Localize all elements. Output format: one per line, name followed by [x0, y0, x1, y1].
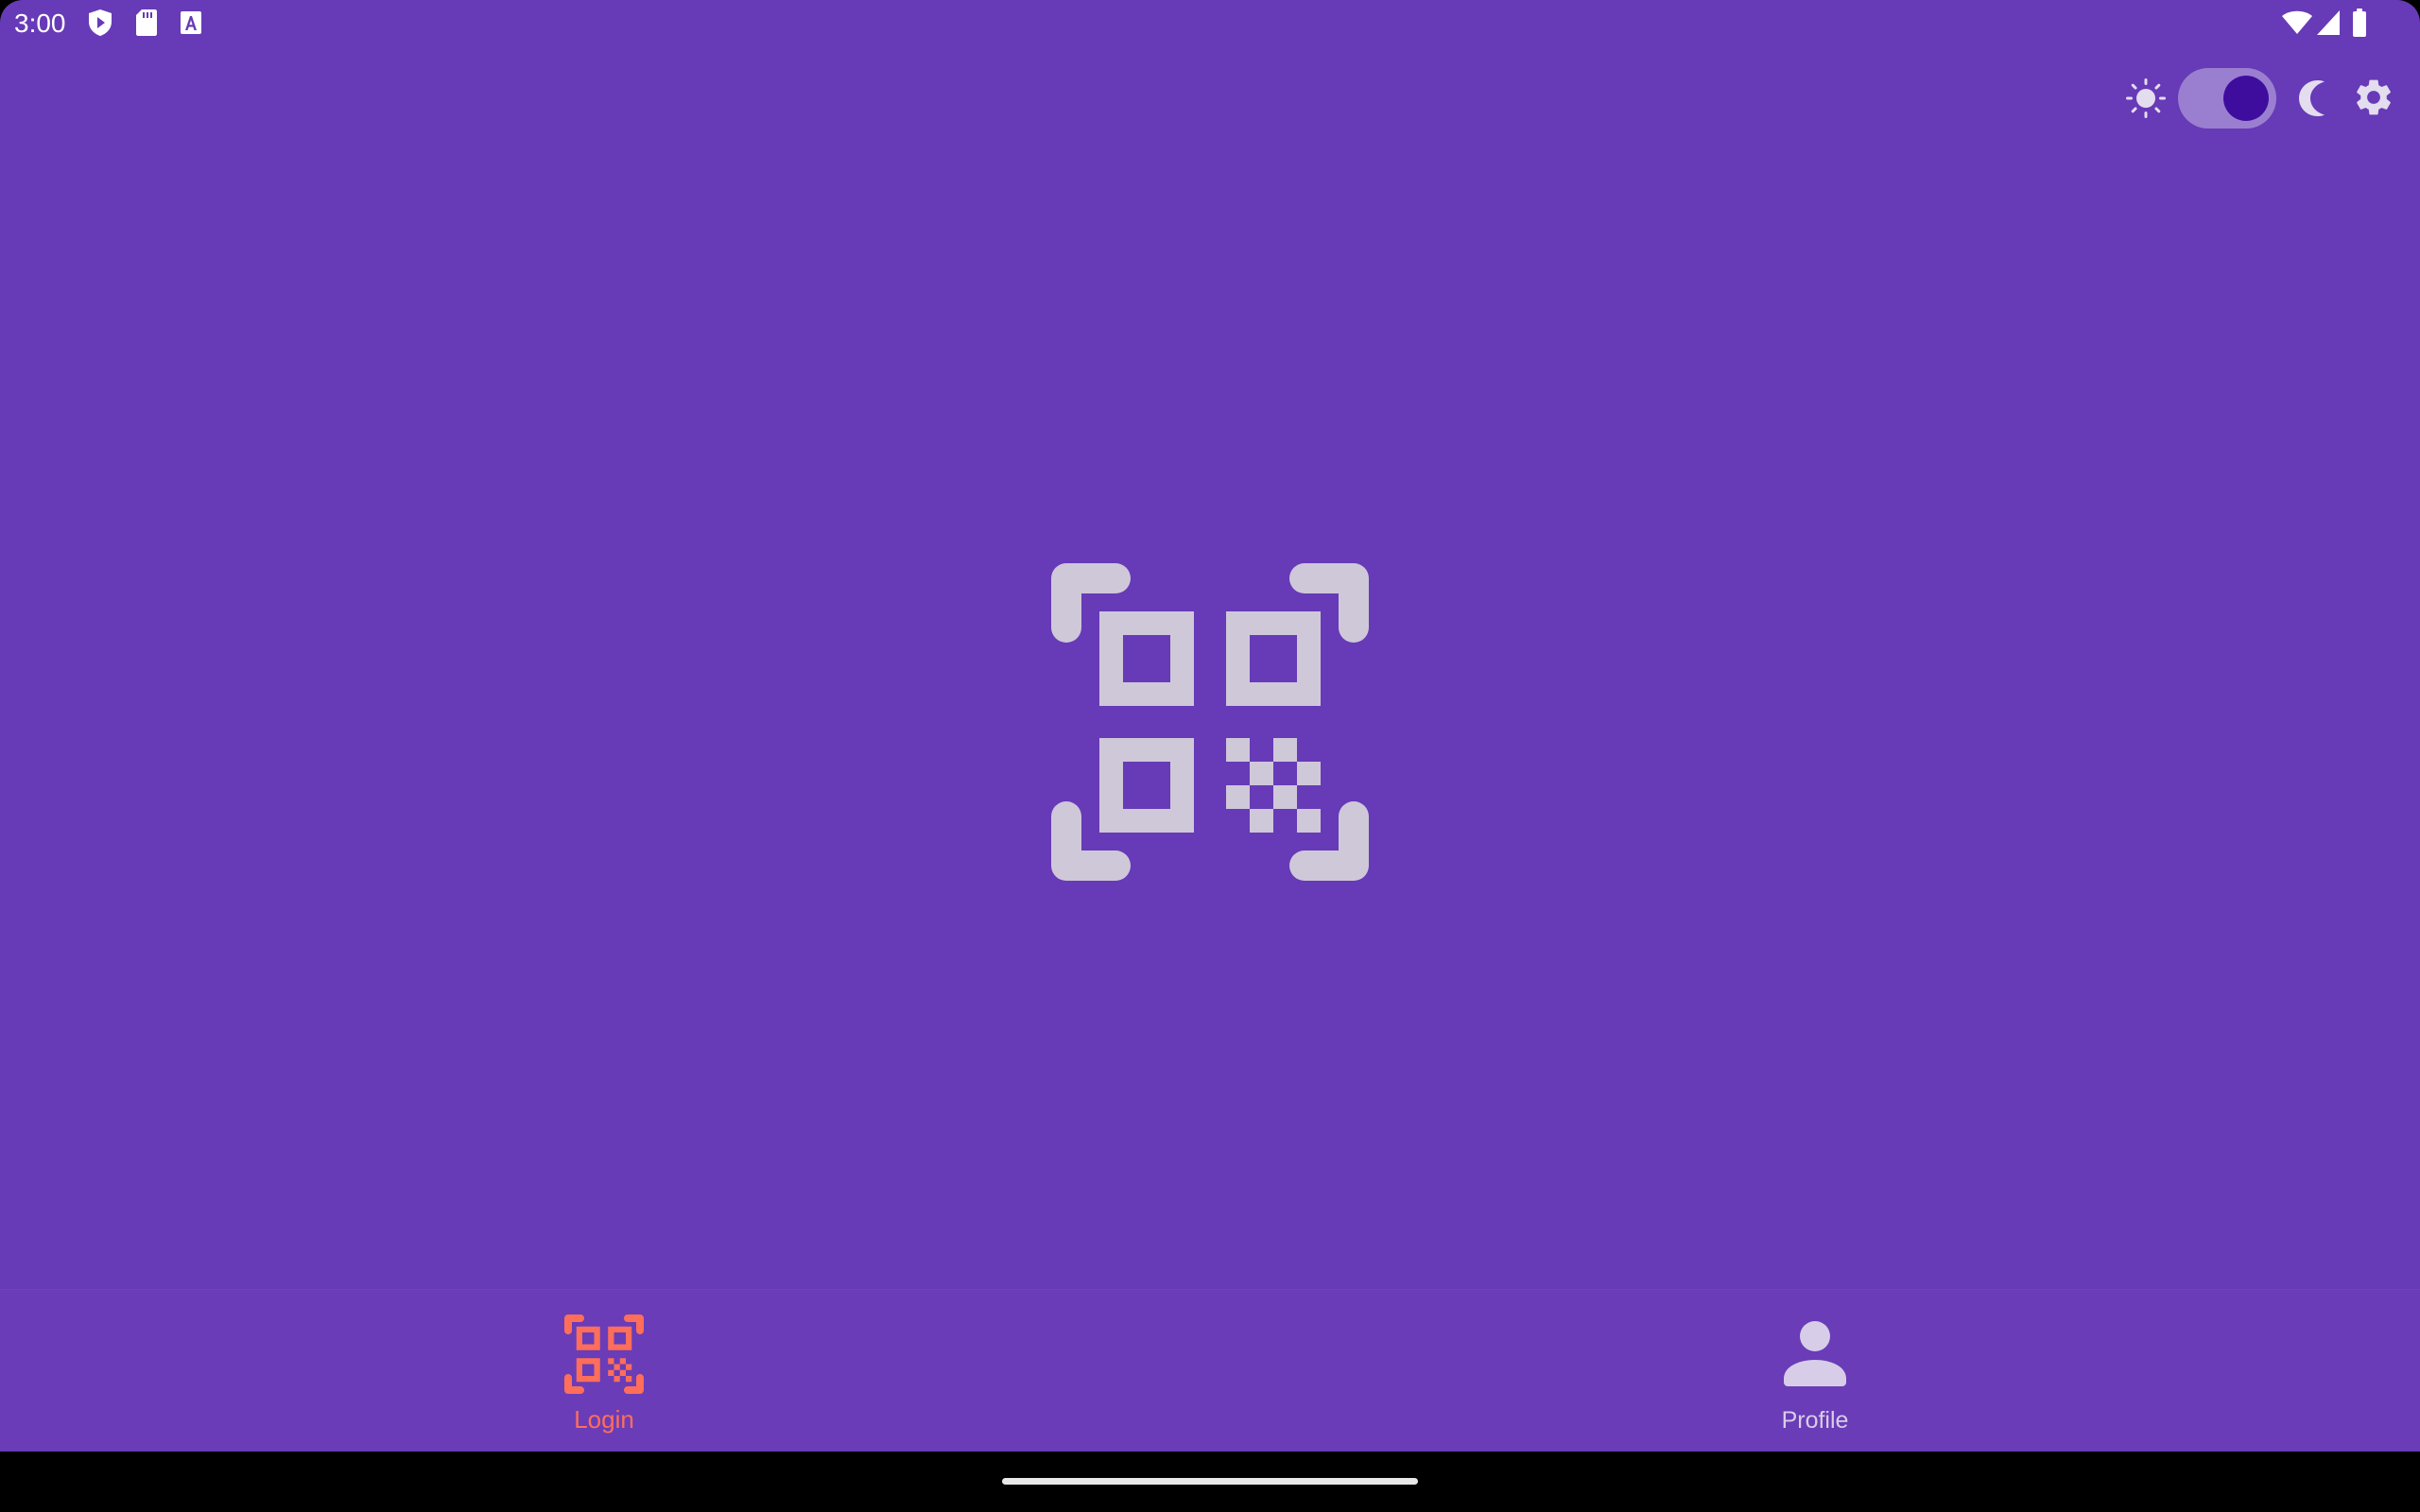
- qr-code-scanner-icon: [564, 1314, 644, 1394]
- play-protect-icon: [89, 9, 112, 36]
- sun-icon: [2126, 78, 2166, 118]
- wifi-icon: [2282, 10, 2312, 34]
- app-window: 3:00 Login Profile: [0, 0, 2420, 1452]
- keyboard-a-icon: [181, 11, 201, 34]
- qr-code-scanner-icon: [1051, 563, 1369, 881]
- moon-icon: [2299, 80, 2325, 116]
- gesture-navigation-handle[interactable]: [1002, 1478, 1418, 1485]
- nav-item-login[interactable]: Login: [462, 1290, 746, 1452]
- battery-icon: [2353, 9, 2366, 37]
- person-icon: [1784, 1321, 1846, 1386]
- nav-label-login: Login: [574, 1405, 634, 1434]
- device-screen: 3:00 Login Profile: [0, 0, 2420, 1512]
- sd-card-icon: [136, 9, 157, 36]
- nav-label-profile: Profile: [1781, 1407, 1849, 1434]
- signal-icon: [2317, 10, 2340, 35]
- theme-toggle[interactable]: [2178, 68, 2276, 129]
- bottom-navigation: Login Profile: [0, 1289, 2420, 1452]
- nav-item-profile[interactable]: Profile: [1673, 1290, 1957, 1452]
- toggle-knob: [2223, 76, 2269, 121]
- status-bar: 3:00: [0, 0, 2420, 47]
- status-time: 3:00: [14, 9, 66, 38]
- gear-icon[interactable]: [2352, 76, 2395, 119]
